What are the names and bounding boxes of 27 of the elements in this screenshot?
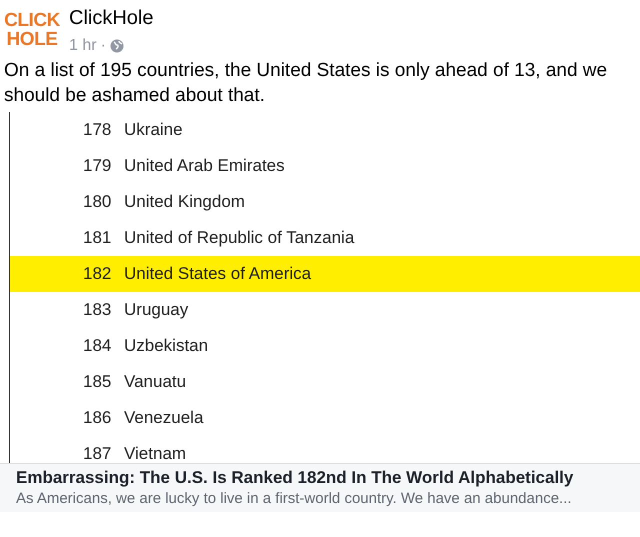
country-name: United Kingdom: [124, 191, 245, 214]
rank-number: 181: [83, 227, 112, 250]
rank-number: 184: [83, 335, 112, 358]
page-name[interactable]: ClickHole: [69, 6, 154, 30]
rank-number: 182: [83, 263, 112, 286]
link-title: Embarrassing: The U.S. Is Ranked 182nd In The World Alphabetically: [16, 467, 574, 489]
rank-number: 180: [83, 191, 112, 214]
country-name: United of Republic of Tanzania: [124, 227, 354, 250]
country-name: Vanuatu: [124, 371, 186, 394]
country-name: Ukraine: [124, 119, 183, 142]
country-name: United Arab Emirates: [124, 155, 285, 178]
separator-dot: ·: [100, 36, 106, 56]
rank-number: 187: [83, 443, 112, 463]
rank-number: 183: [83, 299, 112, 322]
rank-number: 179: [83, 155, 112, 178]
country-name: Uzbekistan: [124, 335, 208, 358]
rank-number: 186: [83, 407, 112, 430]
post-text: On a list of 195 countries, the United States is only ahead of 13, and we should be ashamed about that.: [3, 59, 608, 108]
list-image[interactable]: 178 Ukraine 179 United Arab Emirates 180 United Kingdom 181 United of Republic of Tanzania 182 United States of America 183 Uruguay 184 Uzbekistan 185 Vanuatu 186 Venezuela 187 Vietnam: [9, 112, 640, 463]
country-name: Vietnam: [124, 443, 186, 463]
rank-number: 178: [83, 119, 112, 142]
rank-number: 185: [83, 371, 112, 394]
link-preview-card[interactable]: Embarrassing: The U.S. Is Ranked 182nd In The World Alphabetically As Americans, we are lucky to live in a first-world country. We have an abundance...: [0, 463, 640, 512]
country-name: Venezuela: [124, 407, 204, 430]
country-name: United States of America: [124, 263, 312, 286]
country-name: Uruguay: [124, 299, 188, 322]
link-description: As Americans, we are lucky to live in a first-world country. We have an abundance...: [16, 489, 573, 509]
